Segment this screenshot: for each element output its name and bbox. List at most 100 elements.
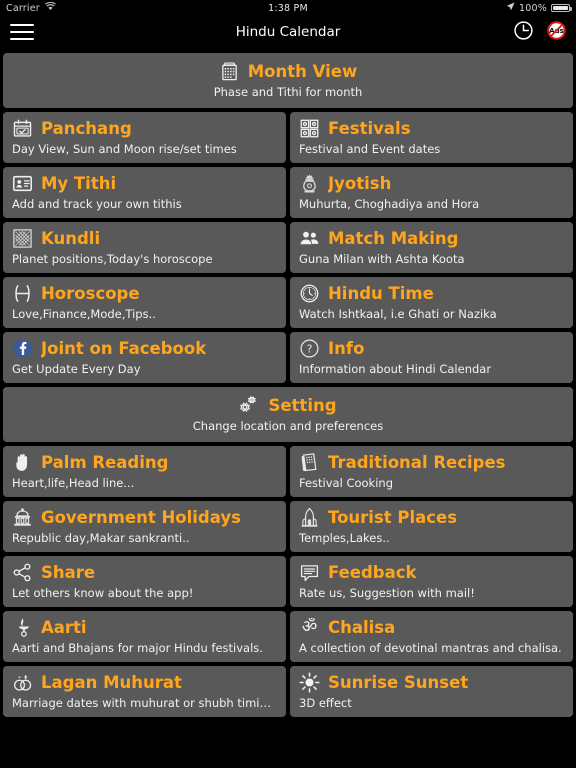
card-header: Traditional Recipes [299, 452, 564, 473]
card-title: Panchang [41, 119, 132, 138]
menu-card-palm-reading[interactable]: Palm Reading Heart,life,Head line... [3, 446, 286, 497]
calendar-check-icon [12, 118, 33, 139]
menu-card-government-holidays[interactable]: Government Holidays Republic day,Makar s… [3, 501, 286, 552]
wifi-icon [45, 1, 56, 14]
card-subtitle: Rate us, Suggestion with mail! [299, 586, 475, 600]
facebook-icon [12, 338, 33, 359]
card-title: Festivals [328, 119, 411, 138]
no-ads-icon[interactable]: Ads [547, 20, 566, 44]
card-title: Joint on Facebook [41, 339, 207, 358]
card-subtitle: Temples,Lakes.. [299, 531, 390, 545]
menu-row: Aarti Aarti and Bhajans for major Hindu … [0, 611, 576, 662]
menu-card-lagan-muhurat[interactable]: Lagan Muhurat Marriage dates with muhura… [3, 666, 286, 717]
menu-card-kundli[interactable]: Kundli Planet positions,Today's horoscop… [3, 222, 286, 273]
card-header: Panchang [12, 118, 277, 139]
menu-card-horoscope[interactable]: Horoscope Love,Finance,Mode,Tips.. [3, 277, 286, 328]
menu-card-hindu-time[interactable]: Hindu Time Watch Ishtkaal, i.e Ghati or … [290, 277, 573, 328]
card-subtitle: Change location and preferences [192, 419, 384, 433]
menu-card-my-tithi[interactable]: My Tithi Add and track your own tithis [3, 167, 286, 218]
card-title: Month View [247, 62, 358, 81]
id-card-icon [12, 173, 33, 194]
menu-grid: Month View Phase and Tithi for month Pan… [0, 53, 576, 717]
menu-row: Palm Reading Heart,life,Head line... Tra… [0, 446, 576, 497]
sun-icon [299, 672, 320, 693]
clock-icon[interactable] [513, 20, 534, 45]
menu-row: My Tithi Add and track your own tithis J… [0, 167, 576, 218]
wedding-rings-icon [12, 672, 33, 693]
battery-percent-label: 100% [519, 2, 547, 14]
menu-row: Joint on Facebook Get Update Every Day ?… [0, 332, 576, 383]
menu-row: Lagan Muhurat Marriage dates with muhura… [0, 666, 576, 717]
menu-row: Share Let others know about the app! Fee… [0, 556, 576, 607]
card-title: Government Holidays [41, 508, 241, 527]
menu-card-aarti[interactable]: Aarti Aarti and Bhajans for major Hindu … [3, 611, 286, 662]
card-subtitle: Love,Finance,Mode,Tips.. [12, 307, 156, 321]
card-header: Setting [12, 395, 564, 416]
status-bar: Carrier 1:38 PM 100% [0, 0, 576, 16]
menu-card-feedback[interactable]: Feedback Rate us, Suggestion with mail! [290, 556, 573, 607]
menu-card-sunrise-sunset[interactable]: Sunrise Sunset 3D effect [290, 666, 573, 717]
menu-card-traditional-recipes[interactable]: Traditional Recipes Festival Cooking [290, 446, 573, 497]
card-subtitle: Day View, Sun and Moon rise/set times [12, 142, 237, 156]
card-title: Hindu Time [328, 284, 434, 303]
card-header: Sunrise Sunset [299, 672, 564, 693]
menu-card-joint-on-facebook[interactable]: Joint on Facebook Get Update Every Day [3, 332, 286, 383]
card-header: Aarti [12, 617, 277, 638]
carrier-label: Carrier [6, 2, 40, 14]
clock-face-icon [299, 283, 320, 304]
menu-row: Kundli Planet positions,Today's horoscop… [0, 222, 576, 273]
card-subtitle: Marriage dates with muhurat or shubh tim… [12, 696, 277, 710]
menu-card-jyotish[interactable]: Jyotish Muhurta, Choghadiya and Hora [290, 167, 573, 218]
menu-row: Month View Phase and Tithi for month [0, 53, 576, 108]
menu-card-info[interactable]: ? Info Information about Hindi Calendar [290, 332, 573, 383]
diya-lamp-icon [12, 617, 33, 638]
status-bar-right: 100% [506, 2, 572, 14]
status-bar-left: Carrier [6, 1, 56, 14]
card-title: Feedback [328, 563, 417, 582]
card-title: Lagan Muhurat [41, 673, 182, 692]
menu-card-festivals[interactable]: Festivals Festival and Event dates [290, 112, 573, 163]
card-subtitle: Planet positions,Today's horoscope [12, 252, 213, 266]
card-title: Info [328, 339, 365, 358]
menu-card-share[interactable]: Share Let others know about the app! [3, 556, 286, 607]
government-building-icon [12, 507, 33, 528]
card-title: Chalisa [328, 618, 396, 637]
menu-card-chalisa[interactable]: ॐ Chalisa A collection of devotinal mant… [290, 611, 573, 662]
menu-card-setting[interactable]: Setting Change location and preferences [3, 387, 573, 442]
battery-full-icon [551, 3, 572, 13]
comment-lines-icon [299, 562, 320, 583]
menu-row: Panchang Day View, Sun and Moon rise/set… [0, 112, 576, 163]
card-header: Joint on Facebook [12, 338, 277, 359]
card-subtitle: Republic day,Makar sankranti.. [12, 531, 190, 545]
card-header: Horoscope [12, 283, 277, 304]
chart-grid-icon [12, 228, 33, 249]
menu-row: Horoscope Love,Finance,Mode,Tips.. Hindu… [0, 277, 576, 328]
card-header: Palm Reading [12, 452, 277, 473]
card-header: My Tithi [12, 173, 277, 194]
menu-card-month-view[interactable]: Month View Phase and Tithi for month [3, 53, 573, 108]
hamburger-menu-icon[interactable] [10, 23, 34, 41]
card-header: Festivals [299, 118, 564, 139]
card-header: ॐ Chalisa [299, 617, 564, 638]
card-subtitle: Phase and Tithi for month [213, 85, 363, 99]
card-title: Jyotish [328, 174, 392, 193]
card-title: Kundli [41, 229, 101, 248]
card-header: Share [12, 562, 277, 583]
card-title: Share [41, 563, 96, 582]
menu-card-match-making[interactable]: Match Making Guna Milan with Ashta Koota [290, 222, 573, 273]
card-subtitle: Let others know about the app! [12, 586, 194, 600]
om-symbol-icon: ॐ [301, 617, 318, 637]
calendar-month-icon [219, 61, 240, 82]
status-bar-clock: 1:38 PM [268, 2, 308, 14]
card-title: Sunrise Sunset [328, 673, 469, 692]
card-title: My Tithi [41, 174, 117, 193]
question-circle-icon: ? [299, 338, 320, 359]
menu-card-tourist-places[interactable]: Tourist Places Temples,Lakes.. [290, 501, 573, 552]
card-subtitle: Heart,life,Head line... [12, 476, 135, 490]
card-header: Government Holidays [12, 507, 277, 528]
card-subtitle: 3D effect [299, 696, 352, 710]
card-title: Palm Reading [41, 453, 169, 472]
menu-card-panchang[interactable]: Panchang Day View, Sun and Moon rise/set… [3, 112, 286, 163]
navigation-bar: Hindu Calendar Ads [0, 16, 576, 48]
location-arrow-icon [506, 2, 515, 14]
